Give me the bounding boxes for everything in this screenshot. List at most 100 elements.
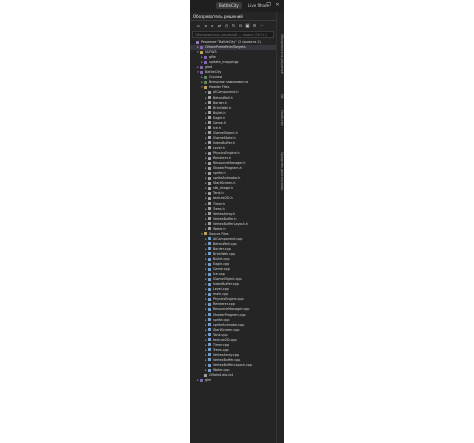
back-icon[interactable]: ◂ xyxy=(203,23,208,28)
header-file-icon xyxy=(208,136,211,140)
cpp-file-icon xyxy=(208,237,211,241)
header-file-icon xyxy=(208,96,211,100)
panel-title: Обозреватель решений xyxy=(190,13,276,21)
tree-item-label: main.cpp xyxy=(213,292,229,297)
tree-item-label: StartScreen.cpp xyxy=(213,327,240,332)
tree-item-label: CMakePredefinedTargets xyxy=(205,45,246,50)
rail-tab-git[interactable]: Git xyxy=(278,94,284,99)
cpp-file-icon xyxy=(208,267,211,271)
header-file-icon xyxy=(208,207,211,211)
cpp-file-icon xyxy=(208,358,211,362)
cpp-file-icon xyxy=(208,368,211,372)
folder-icon xyxy=(200,50,203,54)
header-file-icon xyxy=(208,151,211,155)
cpp-file-icon xyxy=(208,353,211,357)
tree-item-label: spriteAnimator.h xyxy=(213,176,241,181)
refresh-icon[interactable]: ↻ xyxy=(231,23,236,28)
cpp-file-icon xyxy=(208,343,211,347)
close-button[interactable]: ✕ xyxy=(274,1,281,10)
tree-item-label: Water.h xyxy=(213,226,226,231)
tree-item-label: stb_image.h xyxy=(213,186,234,191)
reference-icon xyxy=(204,80,207,84)
cpp-file-icon xyxy=(208,242,211,246)
tree-item-label: glfw xyxy=(209,55,216,60)
tree-item-label: Eagle.h xyxy=(213,115,226,120)
pending-changes-icon[interactable]: ◷ xyxy=(224,23,229,28)
tree-item-label: VertexBufferLayout.h xyxy=(213,221,248,226)
cpp-file-icon xyxy=(208,287,211,291)
tree-item-label: Border.h xyxy=(213,100,227,105)
forward-icon[interactable]: ▸ xyxy=(210,23,215,28)
tree-item-label: Level.cpp xyxy=(213,287,229,292)
show-all-files-icon[interactable]: ▣ xyxy=(245,23,250,28)
header-file-icon xyxy=(208,202,211,205)
tree-item-label: Bullet.h xyxy=(213,110,226,115)
search-input[interactable] xyxy=(192,31,274,38)
tree-item-label: Tank.h xyxy=(213,191,224,196)
header-file-icon xyxy=(208,161,211,165)
rail-tab-diagnostics[interactable]: Средство диагностики xyxy=(278,152,284,190)
tree-item-label: AIComponent.h xyxy=(213,90,239,95)
header-file-icon xyxy=(208,166,211,170)
tree-item-label: Tank.cpp xyxy=(213,332,228,337)
rail-tab-properties[interactable]: Свойства xyxy=(278,110,284,126)
solution-icon xyxy=(196,40,199,44)
tree-item-label: Ice.h xyxy=(213,125,221,130)
tree-item-label: Timer.h xyxy=(213,201,226,206)
cpp-file-icon xyxy=(208,292,211,296)
tree-item-label: PhysicsEngine.h xyxy=(213,151,240,156)
header-file-icon xyxy=(208,101,211,105)
collapse-all-icon[interactable]: ⊟ xyxy=(238,23,243,28)
solution-explorer-panel: Обозреватель решений ⌂ ◂ ▸ ⇄ ◷ ↻ ⊟ ▣ ⚙ ⋯… xyxy=(190,12,276,443)
tree-item-label: Source Files xyxy=(209,231,229,236)
tree-item-label: Eagle.cpp xyxy=(213,262,230,267)
tree-item-label: Level.h xyxy=(213,145,225,150)
folder-icon xyxy=(204,232,207,236)
cpp-file-icon xyxy=(208,363,211,367)
header-file-icon xyxy=(208,116,211,120)
panel-toolbar: ⌂ ◂ ▸ ⇄ ◷ ↻ ⊟ ▣ ⚙ ⋯ xyxy=(190,22,276,30)
tree-item-label: BrickWall.cpp xyxy=(213,251,236,256)
home-icon[interactable]: ⌂ xyxy=(196,23,201,28)
minimize-button[interactable]: – xyxy=(256,1,263,10)
tree-item-label: CMakeLists.txt xyxy=(209,373,234,378)
tree-item-label: IGameObject.cpp xyxy=(213,277,242,282)
tree-item-label: spriteAnimator.cpp xyxy=(213,322,245,327)
cpp-file-icon xyxy=(208,257,211,261)
project-name-pill[interactable]: BattleCity xyxy=(216,2,242,9)
tree-item-label: texture2D.cpp xyxy=(213,337,237,342)
tree-item-label: Header Files xyxy=(209,85,230,90)
reference-icon xyxy=(204,75,207,79)
header-file-icon xyxy=(208,196,211,200)
tree-item-label: update_mappings xyxy=(209,60,239,65)
header-file-icon xyxy=(208,212,211,216)
ide-window: BattleCity Live Share – ❐ ✕ Обозреватель… xyxy=(190,0,284,443)
maximize-button[interactable]: ❐ xyxy=(265,1,272,10)
header-file-icon xyxy=(208,181,211,185)
cpp-file-icon xyxy=(208,247,211,251)
header-file-icon xyxy=(208,126,211,130)
tree-item-label: BetonWall.cpp xyxy=(213,241,237,246)
header-file-icon xyxy=(208,111,211,115)
header-file-icon xyxy=(208,131,211,135)
properties-icon[interactable]: ⚙ xyxy=(252,23,257,28)
more-options-icon[interactable]: ⋯ xyxy=(259,23,264,28)
tree-item-label: GLFW3 xyxy=(205,50,217,55)
rail-tab-solution-explorer[interactable]: Обозреватель решений xyxy=(278,34,284,74)
tree-item-label: BetonWall.h xyxy=(213,95,233,100)
tree-item-label: ResourceManager.cpp xyxy=(213,307,250,312)
header-file-icon xyxy=(208,222,211,226)
tree-item-label: ResourceManager.h xyxy=(213,161,246,166)
tree-item-label: Trees.h xyxy=(213,206,225,211)
cpp-file-icon xyxy=(208,348,211,352)
folder-icon xyxy=(204,85,207,89)
tree-item[interactable]: ▸ glm xyxy=(190,378,276,383)
project-icon xyxy=(200,378,203,382)
tree-item-label: texture2D.h xyxy=(213,196,233,201)
tree-item-label: Ice.cpp xyxy=(213,272,225,277)
header-file-icon xyxy=(208,191,211,195)
tree-item-label: StartScreen.h xyxy=(213,181,236,186)
sync-icon[interactable]: ⇄ xyxy=(217,23,222,28)
cpp-file-icon xyxy=(208,272,211,276)
tree-item-label: Game.h xyxy=(213,120,226,125)
